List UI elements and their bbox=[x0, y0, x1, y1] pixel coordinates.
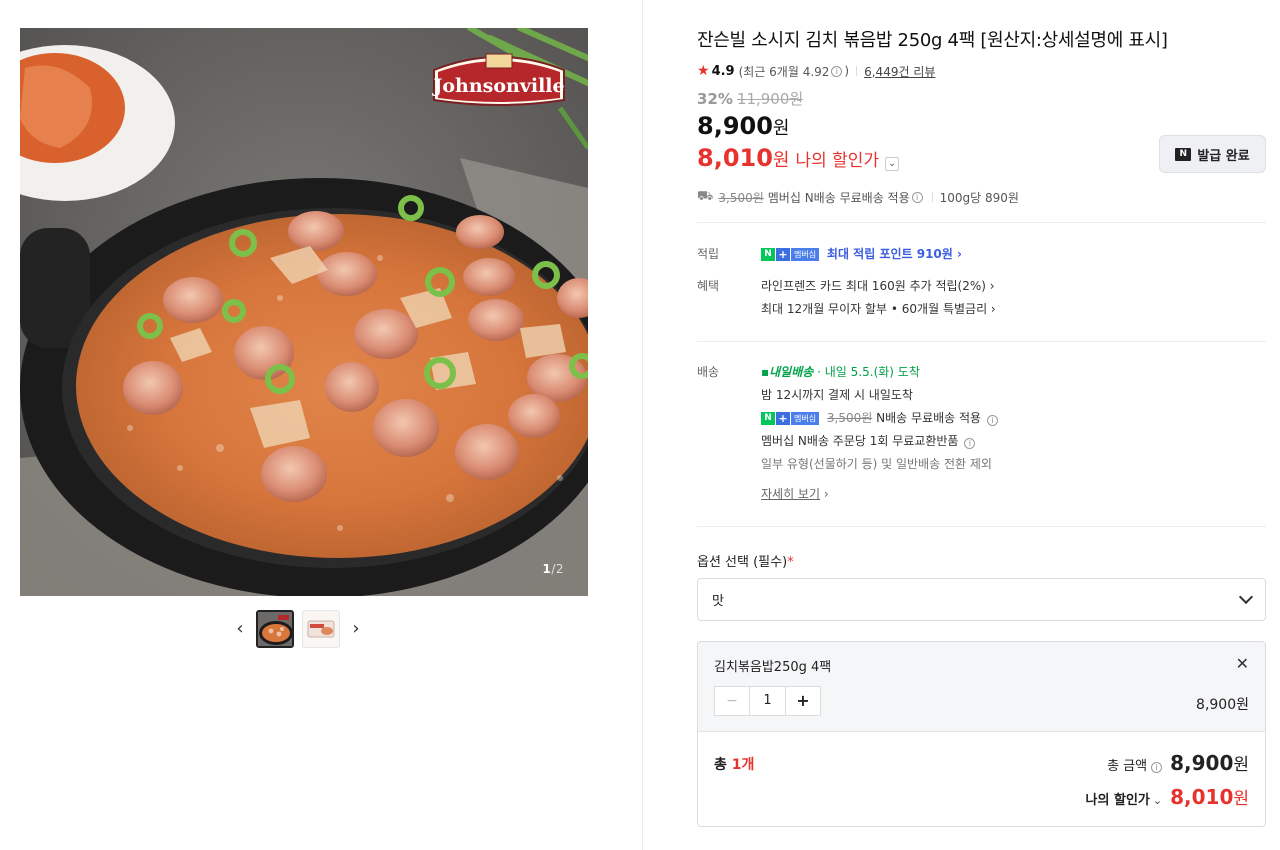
star-icon: ★ bbox=[697, 63, 710, 79]
my-price-label: 나의 할인가 bbox=[795, 151, 880, 171]
shipping-summary: ⛟ 3,500원 멤버십 N배송 무료배송 적용 i 100g당 890원 bbox=[697, 189, 1266, 205]
delivery-more-link[interactable]: 자세히 보기 bbox=[761, 487, 820, 501]
product-title: 잔슨빌 소시지 김치 볶음밥 250g 4팩 [원산지:상세설명에 표시] bbox=[697, 30, 1168, 51]
installment-benefit-link[interactable]: 최대 12개월 무이자 할부 • 60개월 특별금리 › bbox=[761, 298, 996, 321]
truck-icon: ⛟ bbox=[697, 188, 714, 204]
divider bbox=[856, 66, 858, 76]
delivery-row: 배송 ▪내일배송 · 내일 5.5.(화) 도착 밤 12시까지 결제 시 내일… bbox=[697, 361, 1266, 506]
total-amount-label: 총 금액 bbox=[1107, 759, 1148, 774]
naver-membership-badge: N + 멤버십 bbox=[761, 412, 820, 425]
benefits-section: 적립 N + 멤버십 최대 적립 포인트 910원 › 혜택 라인프렌즈 카드 최대… bbox=[697, 223, 1266, 341]
free-exchange-text: 멤버십 N배송 주문당 1회 무료교환반품 bbox=[761, 434, 959, 448]
option-select-value: 맛 bbox=[712, 594, 724, 609]
column-divider bbox=[642, 0, 643, 850]
thumbnail-2[interactable] bbox=[302, 610, 340, 648]
total-count: 총 1개 bbox=[714, 757, 755, 773]
kimchi-fried-rice-photo bbox=[20, 28, 588, 596]
chevron-down-icon: ⌄ bbox=[1152, 794, 1163, 807]
total-amount-row: 총 금액 i 8,900 원 bbox=[1107, 751, 1249, 775]
shipping-old-fee: 3,500원 bbox=[718, 190, 764, 205]
rating-recent: (최근 6개월 4.92 bbox=[738, 64, 830, 79]
option-label: 옵션 선택 (필수)* bbox=[697, 555, 794, 570]
points-label: 적립 bbox=[697, 247, 720, 261]
quantity-stepper: − 1 + bbox=[714, 686, 821, 716]
total-amount: 8,900 bbox=[1170, 751, 1234, 775]
delivery-arrival: · 내일 5.5.(화) 도착 bbox=[817, 365, 920, 379]
my-price-amount: 8,010 bbox=[697, 144, 773, 172]
main-product-image[interactable]: Johnsonville 1/2 bbox=[20, 28, 588, 596]
thumbnail-1[interactable] bbox=[256, 610, 294, 648]
close-icon[interactable]: ✕ bbox=[1236, 654, 1249, 673]
card-benefit-link[interactable]: 라인프렌즈 카드 최대 160원 추가 적립(2%) › bbox=[761, 275, 996, 298]
option-section: 옵션 선택 (필수)* 맛 김치볶음밥250g 4팩 ✕ − 1 + 8,900… bbox=[697, 527, 1266, 827]
info-icon[interactable]: i bbox=[1151, 762, 1163, 773]
total-my-price-row[interactable]: 나의 할인가 ⌄ 8,010 원 bbox=[1086, 784, 1249, 809]
product-gallery: Johnsonville 1/2 ‹ › bbox=[20, 28, 588, 648]
benefit-label: 혜택 bbox=[697, 279, 720, 293]
download-icon: N bbox=[1175, 147, 1192, 161]
rating-row: ★ 4.9 (최근 6개월 4.92 i ) 6,449건 리뷰 bbox=[697, 62, 1266, 80]
benefit-row: 혜택 라인프렌즈 카드 최대 160원 추가 적립(2%) › 최대 12개월 … bbox=[697, 275, 1266, 321]
chevron-right-icon[interactable]: › bbox=[348, 619, 364, 639]
info-icon[interactable]: i bbox=[831, 65, 843, 77]
info-icon[interactable]: i bbox=[911, 191, 923, 203]
product-info: 잔슨빌 소시지 김치 볶음밥 250g 4팩 [원산지:상세설명에 표시] ★ … bbox=[697, 28, 1266, 827]
max-points-link[interactable]: 최대 적립 포인트 910원 › bbox=[827, 247, 962, 261]
coupon-issued-button[interactable]: N 발급 완료 bbox=[1159, 135, 1266, 173]
thumbnail-strip: ‹ › bbox=[232, 610, 364, 648]
coupon-button-label: 발급 완료 bbox=[1197, 148, 1250, 164]
quantity-increase-button[interactable]: + bbox=[785, 687, 820, 715]
currency-unit: 원 bbox=[772, 118, 790, 139]
review-count-link[interactable]: 6,449건 리뷰 bbox=[864, 63, 935, 80]
rating-recent-close: ) bbox=[844, 64, 850, 78]
divider bbox=[931, 192, 933, 202]
selected-item: 김치볶음밥250g 4팩 ✕ − 1 + 8,900원 bbox=[698, 642, 1265, 732]
discount-rate: 32% bbox=[697, 90, 733, 108]
chevron-left-icon[interactable]: ‹ bbox=[232, 619, 248, 639]
naver-membership-badge: N + 멤버십 bbox=[761, 248, 820, 261]
quantity-decrease-button[interactable]: − bbox=[715, 687, 750, 715]
delivery-label: 배송 bbox=[697, 365, 720, 379]
total-my-price-label: 나의 할인가 bbox=[1085, 793, 1150, 808]
chevron-down-icon bbox=[1238, 589, 1254, 604]
delivery-section: 배송 ▪내일배송 · 내일 5.5.(화) 도착 밤 12시까지 결제 시 내일… bbox=[697, 342, 1266, 526]
currency-unit: 원 bbox=[772, 150, 790, 171]
selected-item-name: 김치볶음밥250g 4팩 bbox=[714, 660, 832, 675]
total-my-price: 8,010 bbox=[1170, 785, 1234, 809]
image-counter: 1/2 bbox=[542, 562, 564, 576]
info-icon[interactable]: i bbox=[964, 438, 976, 449]
brand-logo-text: Johnsonville bbox=[431, 75, 564, 97]
selected-option-box: 김치볶음밥250g 4팩 ✕ − 1 + 8,900원 총 1개 총 금액 i … bbox=[697, 641, 1266, 827]
shipping-free-text: 멤버십 N배송 무료배송 적용 bbox=[767, 190, 910, 205]
option-select[interactable]: 맛 bbox=[697, 578, 1266, 621]
tomorrow-delivery-badge: ▪내일배송 bbox=[761, 365, 814, 379]
delivery-old-fee: 3,500원 bbox=[826, 411, 873, 425]
original-price: 11,900원 bbox=[736, 90, 804, 108]
unit-price: 100g당 890원 bbox=[939, 190, 1019, 205]
rating-value: 4.9 bbox=[711, 63, 735, 79]
chevron-down-icon[interactable]: ⌄ bbox=[885, 157, 900, 171]
delivery-exclusion: 일부 유형(선물하기 등) 및 일반배송 전환 제외 bbox=[761, 457, 992, 471]
selected-item-price: 8,900원 bbox=[1196, 697, 1249, 713]
points-row: 적립 N + 멤버십 최대 적립 포인트 910원 › bbox=[697, 243, 1266, 266]
sale-price-amount: 8,900 bbox=[697, 112, 773, 140]
info-icon[interactable]: i bbox=[986, 415, 998, 426]
johnsonville-logo: Johnsonville bbox=[428, 48, 570, 108]
total-summary: 총 1개 총 금액 i 8,900 원 나의 할인가 ⌄ 8,010 원 bbox=[698, 732, 1265, 826]
delivery-cutoff: 밤 12시까지 결제 시 내일도착 bbox=[761, 388, 913, 402]
original-price-row: 32% 11,900원 bbox=[697, 88, 1266, 108]
delivery-free-text: N배송 무료배송 적용 bbox=[876, 411, 982, 425]
quantity-value[interactable]: 1 bbox=[750, 687, 785, 715]
